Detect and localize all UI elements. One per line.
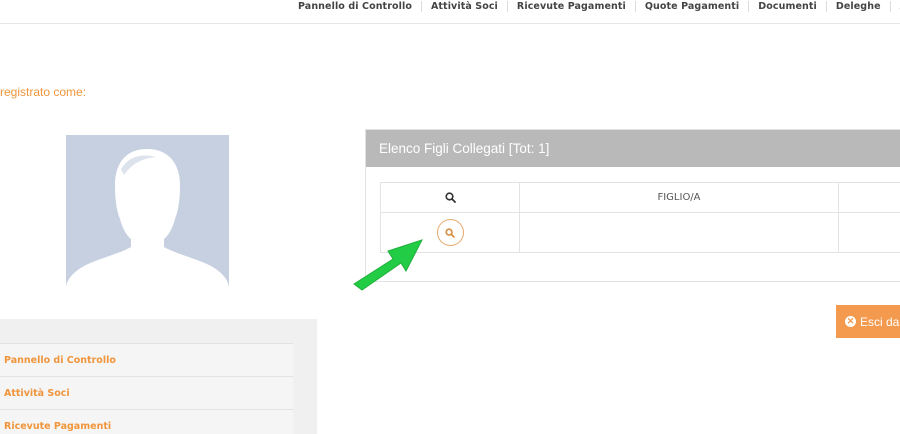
avatar	[66, 135, 229, 288]
exit-button-label: Esci da	[860, 314, 900, 329]
topnav-item-quote[interactable]: Quote Pagamenti	[634, 1, 748, 12]
sidebar: Pannello di Controllo Attività Soci Rice…	[0, 319, 317, 434]
table-row	[380, 213, 900, 253]
topnav-item-pannello[interactable]: Pannello di Controllo	[288, 1, 421, 12]
exit-button[interactable]: ✕ Esci da	[836, 305, 900, 338]
view-child-button[interactable]	[436, 219, 464, 246]
table-header-row: FIGLIO/A	[380, 183, 900, 213]
close-circle-icon: ✕	[845, 316, 856, 327]
children-table: FIGLIO/A	[380, 182, 900, 253]
sidebar-item-ricevute[interactable]: Ricevute Pagamenti	[0, 409, 293, 434]
welcome-label: registrato come:	[0, 85, 87, 99]
topnav-item-documenti[interactable]: Documenti	[748, 1, 826, 12]
topnav-item-attivita[interactable]: Attività Soci	[420, 1, 507, 12]
table-cell-figlio	[519, 213, 838, 252]
search-icon	[444, 192, 456, 203]
children-panel: Elenco Figli Collegati [Tot: 1] FIGLIO/A	[365, 129, 900, 282]
sidebar-item-attivita[interactable]: Attività Soci	[0, 376, 293, 409]
topnav-item-allergie[interactable]: Allerg	[889, 1, 900, 12]
table-cell-extra	[838, 213, 900, 252]
topnav-item-ricevute[interactable]: Ricevute Pagamenti	[506, 1, 635, 12]
topnav-item-deleghe[interactable]: Deleghe	[825, 1, 890, 12]
top-navigation: Pannello di Controllo Attività Soci Rice…	[0, 0, 900, 24]
sidebar-item-pannello[interactable]: Pannello di Controllo	[0, 343, 293, 376]
panel-title: Elenco Figli Collegati [Tot: 1]	[366, 130, 900, 167]
search-icon	[445, 227, 455, 238]
column-header-search	[380, 183, 519, 212]
avatar-silhouette-icon	[66, 149, 229, 288]
column-header-extra	[838, 183, 900, 212]
topnav-items: Pannello di Controllo Attività Soci Rice…	[288, 0, 900, 13]
column-header-figlio: FIGLIO/A	[519, 183, 838, 212]
arrow-pointer-icon	[353, 239, 424, 291]
sidebar-menu: Pannello di Controllo Attività Soci Rice…	[0, 343, 293, 434]
